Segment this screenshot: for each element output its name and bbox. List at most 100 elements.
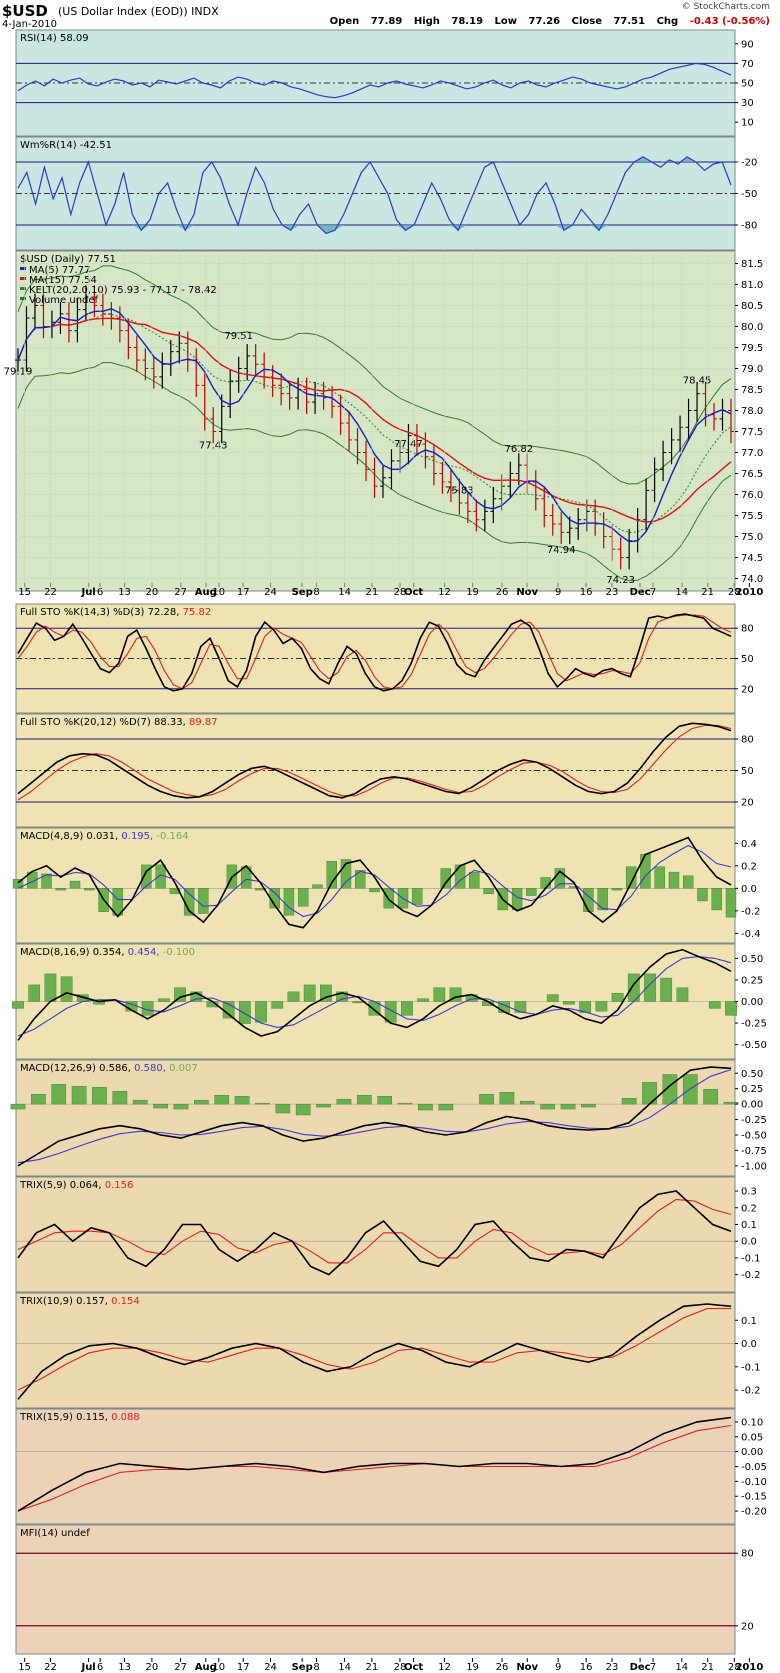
- y-tick-label: 70: [741, 59, 754, 70]
- y-tick-label: 50: [741, 766, 754, 777]
- y-tick-label: 80.5: [741, 301, 763, 312]
- y-tick-label: 0.3: [741, 1187, 757, 1198]
- title-hist: -0.100: [160, 947, 195, 958]
- histogram-bar: [352, 1001, 365, 1004]
- histogram-bar: [583, 888, 594, 912]
- title-signal: 0.580,: [131, 1063, 166, 1074]
- histogram-bar: [708, 1001, 721, 1009]
- mfi-background: [15, 1524, 736, 1655]
- title-main: TRIX(5,9) 0.064,: [19, 1180, 102, 1191]
- price-annotation: 79.51: [224, 331, 253, 342]
- y-tick-label: 76.0: [741, 490, 763, 501]
- x-tick-label-bottom: 23: [606, 1662, 619, 1673]
- x-tick-label-bottom: 17: [237, 1662, 250, 1673]
- histogram-bar: [519, 1100, 535, 1105]
- histogram-bar: [60, 976, 73, 1002]
- histogram-bar: [725, 888, 737, 918]
- y-tick-label: -1.00: [741, 1161, 767, 1172]
- histogram-bar: [546, 994, 559, 1002]
- histogram-bar: [711, 888, 722, 911]
- panel-title: MFI(14) undef: [20, 1528, 90, 1539]
- x-tick-label-bottom: 20: [146, 1662, 159, 1673]
- histogram-bar: [621, 1097, 637, 1105]
- histogram-bar: [499, 1092, 515, 1105]
- y-tick-label: 0.50: [741, 1069, 763, 1080]
- x-tick-label: Jul: [80, 587, 95, 598]
- x-tick-label-bottom: 15: [18, 1662, 31, 1673]
- title-hist: 0.007: [166, 1063, 198, 1074]
- price-annotation: 75.83: [445, 486, 474, 497]
- title-signal: 0.154: [108, 1296, 140, 1307]
- y-tick-label: 0.1: [741, 1316, 757, 1327]
- y-tick-label: 80.0: [741, 322, 763, 333]
- y-tick-label: 75.0: [741, 532, 763, 543]
- y-tick-label: -0.4: [741, 929, 761, 940]
- histogram-bar: [295, 1103, 311, 1116]
- y-tick-label: -0.10: [741, 1477, 767, 1488]
- y-tick-label: -0.2: [741, 1386, 761, 1397]
- title-main: MACD(12,26,9) 0.586,: [20, 1063, 131, 1074]
- panel-title: Full STO %K(20,12) %D(7) 88.33, 89.87: [20, 717, 218, 728]
- histogram-bar: [563, 1001, 575, 1005]
- x-tick-label-bottom: Jul: [80, 1662, 95, 1673]
- histogram-bar: [483, 888, 494, 894]
- histogram-bar: [511, 888, 523, 911]
- y-tick-label: 77.0: [741, 448, 763, 459]
- title-main: MACD(4,8,9) 0.031,: [20, 831, 118, 842]
- x-tick-label-bottom: 12: [438, 1662, 451, 1673]
- histogram-bar: [697, 888, 708, 902]
- y-tick-label: 30: [741, 98, 754, 109]
- histogram-bar: [397, 1102, 413, 1105]
- y-tick-label: 79.5: [741, 343, 763, 354]
- y-tick-label: 75.5: [741, 511, 763, 522]
- x-tick-label-bottom: 22: [44, 1662, 57, 1673]
- y-tick-label: 74.0: [741, 574, 763, 585]
- price-annotation: 77.43: [199, 440, 228, 451]
- y-tick-label: -0.1: [741, 1253, 761, 1264]
- y-tick-label: 81.0: [741, 280, 763, 291]
- histogram-bar: [654, 866, 665, 889]
- y-tick-label: 80: [741, 735, 754, 746]
- x-tick-label-bottom: Sep: [292, 1662, 313, 1673]
- y-tick-label: -0.1: [741, 1362, 761, 1373]
- y-tick-label: 0.25: [741, 1084, 763, 1095]
- histogram-bar: [560, 1103, 576, 1110]
- y-tick-label: 0.2: [741, 861, 757, 872]
- histogram-bar: [44, 973, 57, 1002]
- y-tick-label: -80: [741, 221, 757, 232]
- y-tick-label: 81.5: [741, 259, 763, 270]
- histogram-bar: [640, 853, 651, 889]
- legend-swatch: [20, 267, 26, 270]
- y-tick-label: 0.00: [741, 1447, 763, 1458]
- y-tick-label: 20: [741, 684, 754, 695]
- histogram-bar: [303, 984, 316, 1002]
- panel-title: MACD(4,8,9) 0.031, 0.195, -0.164: [20, 831, 189, 842]
- title-main: MACD(8,16,9) 0.354,: [20, 947, 125, 958]
- x-tick-label-bottom: 27: [174, 1662, 187, 1673]
- y-tick-label: 0.00: [741, 997, 763, 1008]
- price-annotation: 76.82: [504, 444, 533, 455]
- title-signal: 0.156: [102, 1180, 134, 1191]
- chart-stack: RSI(14) 58.09 90 70 50 30 10 Wm%R(14) -42.51 -2…: [4, 29, 767, 1673]
- histogram-bar: [214, 1095, 230, 1105]
- legend-swatch: [20, 287, 26, 290]
- y-tick-label: 0.05: [741, 1432, 763, 1443]
- y-tick-label: 80: [741, 624, 754, 635]
- histogram-bar: [438, 1103, 454, 1111]
- x-tick-label-bottom: 24: [264, 1662, 277, 1673]
- histogram-bar: [642, 1082, 657, 1105]
- x-tick-label-bottom: 6: [97, 1662, 103, 1673]
- x-tick-label-bottom: 16: [580, 1662, 593, 1673]
- y-tick-label: 0.2: [741, 1203, 757, 1214]
- y-tick-label: 50: [741, 654, 754, 665]
- histogram-bar: [611, 993, 624, 1002]
- trix3-background: [15, 1408, 736, 1525]
- histogram-bar: [92, 1087, 107, 1105]
- title-main: TRIX(15,9) 0.115,: [19, 1412, 108, 1423]
- histogram-bar: [418, 1103, 433, 1111]
- histogram-bar: [51, 1084, 67, 1105]
- y-tick-label: 0.50: [741, 954, 763, 965]
- title-main: Full STO %K(20,12) %D(7) 88.33,: [20, 717, 186, 728]
- x-tick-label-bottom: 14: [338, 1662, 351, 1673]
- histogram-bar: [526, 888, 537, 896]
